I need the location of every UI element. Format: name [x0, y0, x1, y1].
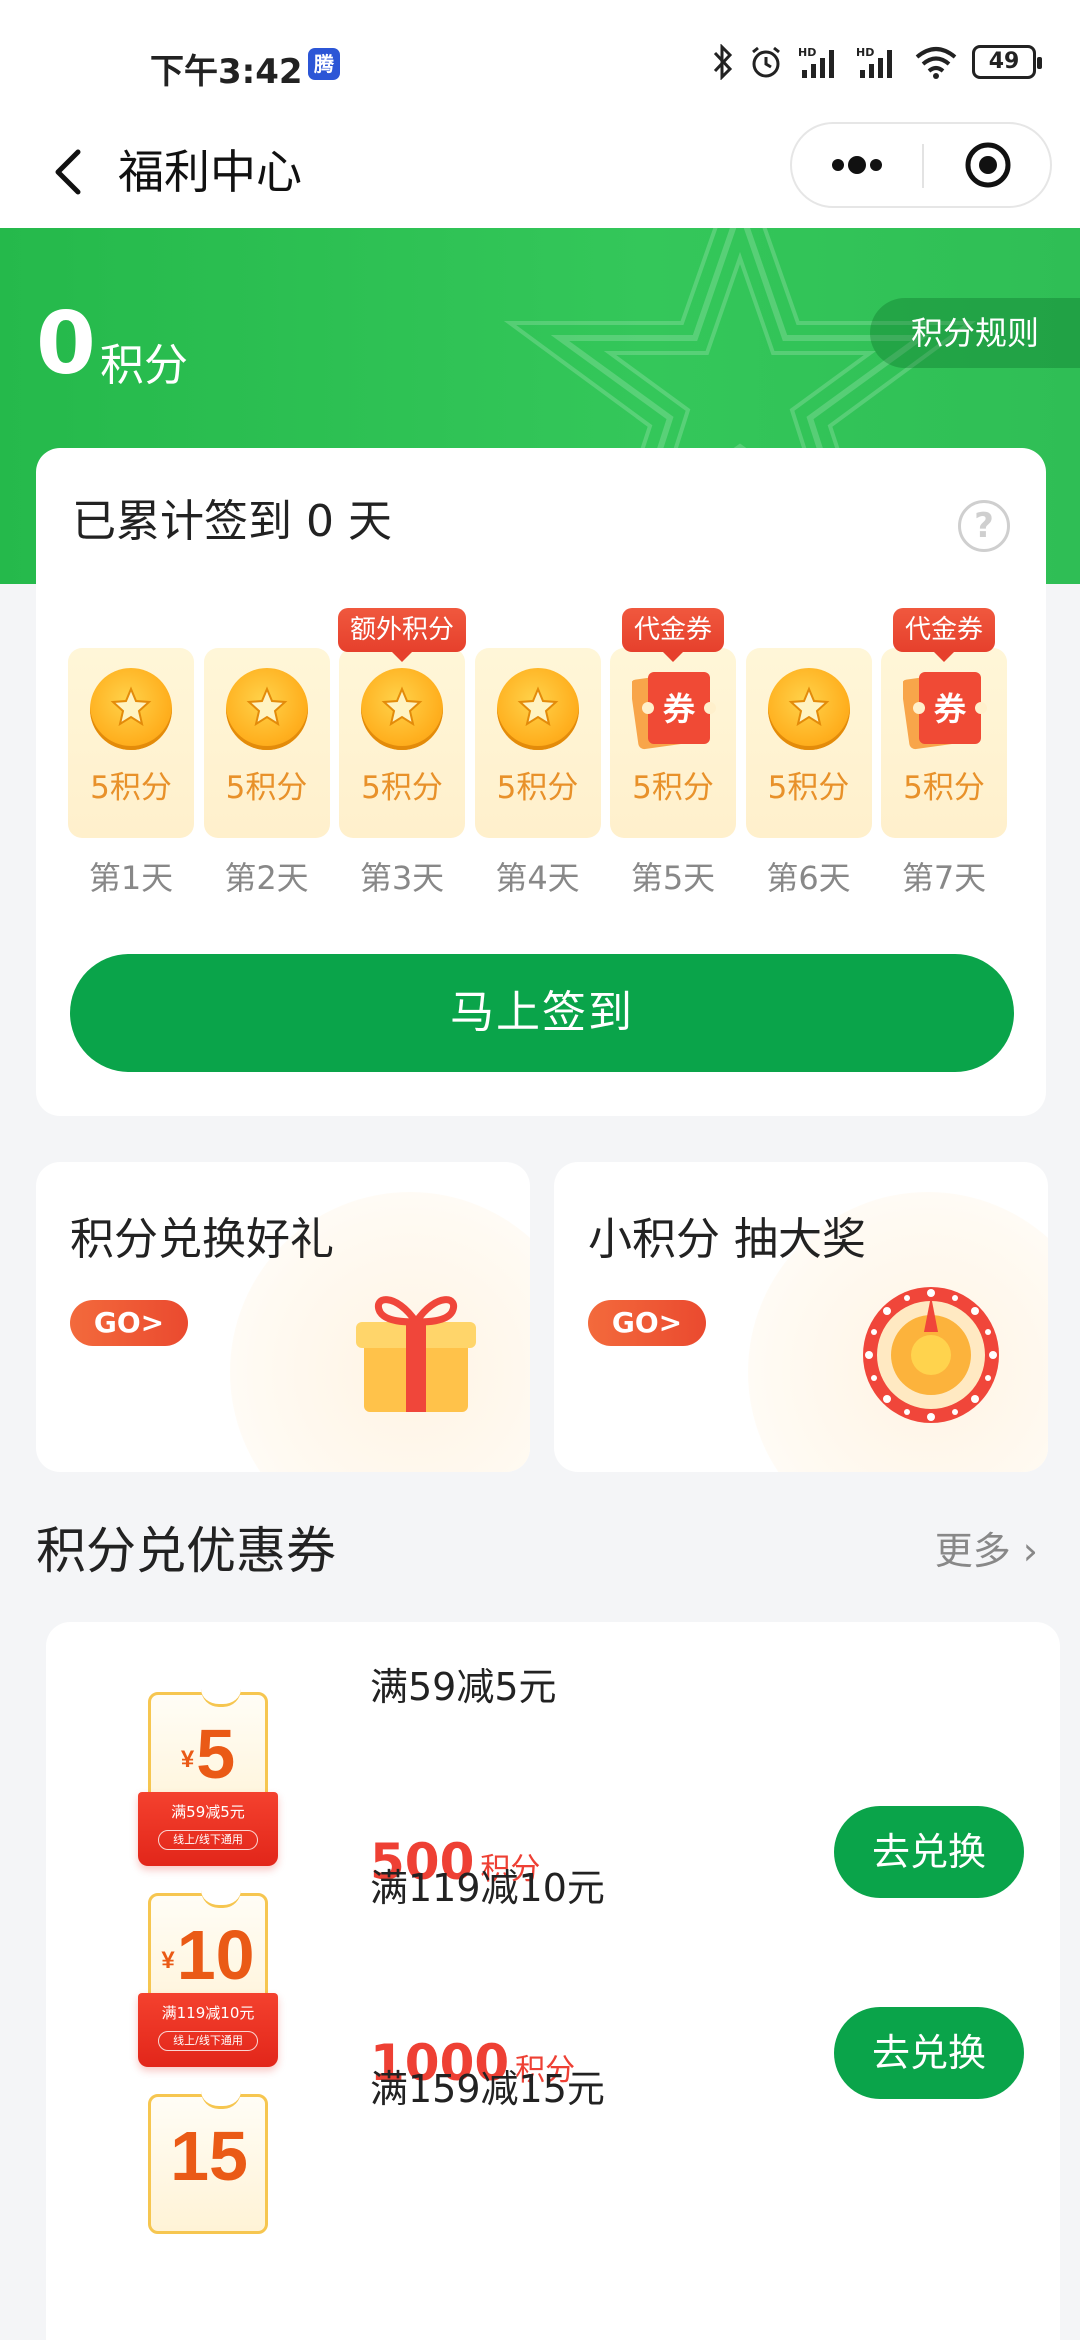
day-bonus-tag: 代金券: [621, 608, 725, 662]
star-icon: [110, 686, 152, 727]
back-arrow-icon[interactable]: [40, 142, 100, 202]
checkin-day: 5积分第1天: [68, 648, 194, 898]
points-rules-button[interactable]: 积分规则: [870, 298, 1080, 368]
day-reward-box: 5积分: [339, 648, 465, 838]
signal-hd-icon-2: HD: [856, 46, 892, 78]
checkin-title: 已累计签到 0 天: [72, 496, 392, 547]
star-icon: [381, 686, 423, 727]
ticket-desc: 满59减5元: [171, 1803, 245, 1821]
yen-symbol: ¥: [161, 1946, 175, 1974]
ticket-amount: ¥10: [138, 1915, 278, 2001]
day-label: 第3天: [359, 859, 445, 897]
day-points: 5积分: [90, 770, 172, 806]
coupon-list: ¥5 满59减5元 线上/线下通用 满59减5元 500 积分 去兑换 ¥10 满119减10元…: [46, 1622, 1060, 2340]
chevron-right-icon: ›: [1022, 1529, 1038, 1573]
checkin-card: 已累计签到 0 天 ? 5积分 第1天 5积分 第2天 5积分 额外积分 第3天 5积分 第4天…: [36, 448, 1046, 1116]
lucky-draw-card[interactable]: 小积分 抽大奖 GO>: [554, 1162, 1048, 1472]
coupon-glyph: 券: [663, 690, 696, 728]
coupon-section-title: 积分兑优惠券: [36, 1522, 336, 1580]
points-value: 0: [36, 294, 96, 394]
coin-icon: [767, 668, 850, 750]
more-label: 更多: [934, 1529, 1011, 1573]
ticket-amount: 15: [138, 2116, 278, 2202]
wifi-icon: [915, 47, 957, 79]
day-points: 5积分: [632, 770, 714, 806]
ticket-desc: 满119减10元: [161, 2004, 255, 2022]
day-points: 5积分: [361, 770, 443, 806]
day-label: 第1天: [88, 859, 174, 897]
ticket-amount-value: 10: [176, 1916, 255, 1994]
day-label: 第7天: [901, 859, 987, 897]
signal-hd-icon: HD: [798, 46, 834, 78]
more-options-icon[interactable]: [792, 124, 922, 206]
mini-program-capsule: [790, 122, 1052, 208]
checkin-day: 5积分第6天: [745, 648, 872, 898]
day-bonus-tag: 代金券: [892, 608, 996, 662]
day-bonus-tag: 额外积分: [337, 608, 467, 662]
points-unit: 积分: [100, 340, 188, 391]
day-points: 5积分: [767, 770, 850, 806]
coupon-title: 满59减5元: [370, 1665, 557, 1709]
svg-text:HD: HD: [798, 46, 816, 59]
status-icons: HD HD 49: [712, 40, 1042, 84]
day-points: 5积分: [225, 770, 308, 806]
day-reward-box: 5积分: [474, 648, 601, 838]
coin-icon: [496, 668, 579, 750]
sign-in-button[interactable]: 马上签到: [70, 954, 1014, 1072]
star-icon: [788, 686, 829, 727]
battery-icon: 49: [972, 45, 1042, 79]
promo-title: 小积分 抽大奖: [588, 1214, 866, 1265]
day-reward-box: 5积分: [745, 648, 872, 838]
bluetooth-icon: [713, 44, 733, 80]
day-points: 5积分: [496, 770, 579, 806]
coupon-title: 满159减15元: [370, 2067, 605, 2111]
svg-text:HD: HD: [856, 46, 874, 59]
close-mini-program-icon[interactable]: [924, 124, 1052, 206]
app-notification-icon: 腾: [308, 48, 340, 80]
day-label: 第5天: [630, 859, 716, 897]
day-reward-box: 5积分: [203, 648, 330, 838]
page-title: 福利中心: [118, 145, 302, 199]
coin-icon: [225, 668, 308, 750]
go-button[interactable]: GO>: [70, 1300, 188, 1346]
day-reward-box: 券 5积分: [610, 648, 736, 838]
day-label: 第6天: [766, 859, 851, 897]
star-icon: [246, 686, 287, 727]
promo-title: 积分兑换好礼: [70, 1214, 334, 1265]
coupon-icon: 券: [903, 672, 987, 750]
checkin-day: 5积分 额外积分第3天: [337, 608, 467, 898]
checkin-days: 5积分 第1天 5积分 第2天 5积分 额外积分 第3天 5积分 第4天券 5积分 代金券 第5天 5积…: [68, 608, 1008, 898]
checkin-day: 券 5积分 代金券第5天: [610, 608, 736, 898]
star-icon: [517, 686, 558, 727]
more-link[interactable]: 更多 ›: [935, 1526, 1038, 1576]
checkin-day: 5积分第2天: [203, 648, 330, 898]
checkin-day: 5积分第4天: [474, 648, 601, 898]
coupon-item: 15 满159减15元: [46, 2024, 1060, 2324]
ticket-amount-value: 5: [196, 1715, 236, 1793]
day-label: 第2天: [224, 859, 309, 897]
help-icon[interactable]: ?: [958, 500, 1010, 552]
ticket-amount: ¥5: [138, 1714, 278, 1800]
day-reward-box: 券 5积分: [881, 648, 1007, 838]
coin-icon: [361, 668, 443, 750]
status-time: 下午3:42: [150, 52, 303, 92]
coupon-title: 满119减10元: [370, 1866, 605, 1910]
yen-symbol: ¥: [180, 1745, 195, 1773]
day-reward-box: 5积分: [68, 648, 194, 838]
ticket-amount-value: 15: [170, 2117, 248, 2195]
prize-wheel-icon: [863, 1287, 999, 1423]
alarm-icon: [752, 46, 780, 78]
nav-bar: 福利中心: [0, 120, 1080, 228]
coin-icon: [90, 668, 172, 750]
gift-icon: [356, 1296, 476, 1412]
go-button[interactable]: GO>: [588, 1300, 706, 1346]
checkin-day: 券 5积分 代金券第7天: [881, 608, 1007, 898]
coupon-icon: 券: [632, 672, 716, 750]
day-label: 第4天: [495, 859, 580, 897]
status-bar: 下午3:42 腾 HD HD 49: [0, 0, 1080, 120]
points-exchange-card[interactable]: 积分兑换好礼 GO>: [36, 1162, 530, 1472]
day-points: 5积分: [903, 770, 985, 806]
coupon-ticket-image: 15: [138, 2091, 278, 2268]
coupon-glyph: 券: [934, 690, 967, 728]
